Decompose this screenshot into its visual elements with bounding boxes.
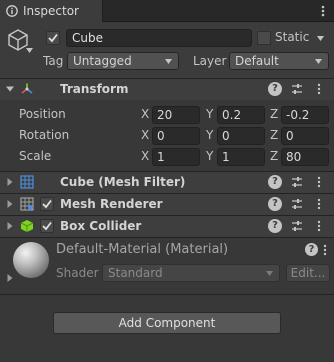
component-buttons: ? — [268, 197, 326, 211]
axis-x-label[interactable]: X — [141, 128, 149, 142]
tag-label: Tag — [43, 54, 64, 68]
kebab-icon[interactable] — [312, 175, 326, 189]
help-icon[interactable]: ? — [268, 219, 282, 233]
edit-shader-button[interactable]: Edit... — [286, 264, 330, 282]
info-icon — [6, 5, 18, 17]
chevron-down-icon — [165, 59, 172, 64]
checkmark-icon — [48, 33, 58, 43]
layer-value: Default — [235, 54, 279, 68]
shader-value: Standard — [108, 266, 163, 280]
fold-closed-icon[interactable] — [6, 178, 14, 186]
component-buttons: ? — [268, 219, 326, 233]
gameobject-header: Cube Static Tag Untagged Layer Default — [0, 22, 334, 78]
checkmark-icon — [42, 221, 52, 231]
fold-closed-icon[interactable] — [6, 274, 14, 282]
kebab-icon[interactable] — [318, 4, 328, 18]
static-checkbox[interactable] — [257, 31, 271, 45]
shader-dropdown[interactable]: Standard — [102, 264, 280, 282]
axis-x-label[interactable]: X — [141, 149, 149, 163]
static-label: Static — [275, 30, 310, 44]
rotation-row: Rotation X 0 Y 0 Z 0 — [0, 125, 334, 146]
sliders-icon[interactable] — [290, 82, 304, 96]
chevron-down-icon[interactable] — [317, 36, 324, 41]
kebab-icon[interactable] — [312, 82, 326, 96]
active-checkbox[interactable] — [46, 31, 60, 45]
material-section: Default-Material (Material) ? Shader Sta… — [0, 238, 334, 290]
mesh-renderer-icon — [20, 197, 34, 211]
sliders-icon[interactable] — [290, 175, 304, 189]
scale-label: Scale — [19, 149, 52, 163]
transform-icon — [21, 83, 33, 94]
material-preview-sphere[interactable] — [13, 242, 49, 278]
sliders-icon[interactable] — [290, 197, 304, 211]
enabled-checkbox[interactable] — [40, 197, 54, 211]
layer-label: Layer — [193, 54, 227, 68]
rotation-x-field[interactable]: 0 — [152, 127, 200, 145]
component-title: Mesh Renderer — [60, 197, 163, 211]
scale-z-field[interactable]: 80 — [281, 148, 329, 166]
layer-dropdown[interactable]: Default — [229, 52, 329, 70]
help-icon[interactable]: ? — [268, 175, 282, 189]
tab-bar: Inspector — [0, 0, 334, 22]
divider — [0, 294, 334, 295]
enabled-checkbox[interactable] — [40, 219, 54, 233]
name-field[interactable]: Cube — [66, 29, 252, 47]
component-title: Box Collider — [60, 219, 142, 233]
scale-x-field[interactable]: 1 — [152, 148, 200, 166]
component-buttons: ? — [268, 82, 326, 96]
rotation-z-field[interactable]: 0 — [281, 127, 329, 145]
fold-closed-icon[interactable] — [6, 222, 14, 230]
help-icon[interactable]: ? — [305, 243, 318, 256]
component-title: Transform — [60, 82, 129, 96]
checkmark-icon — [42, 199, 52, 209]
axis-x-label[interactable]: X — [141, 107, 149, 121]
chevron-down-icon — [266, 271, 273, 276]
shader-label: Shader — [56, 266, 99, 280]
axis-z-label[interactable]: Z — [270, 107, 278, 121]
chevron-down-icon[interactable] — [26, 48, 33, 53]
box-collider-icon — [20, 220, 34, 232]
kebab-icon[interactable] — [312, 219, 326, 233]
position-y-field[interactable]: 0.2 — [217, 106, 265, 124]
tag-value: Untagged — [73, 54, 132, 68]
kebab-icon[interactable] — [312, 197, 326, 211]
axis-y-label[interactable]: Y — [206, 107, 213, 121]
position-x-field[interactable]: 20 — [152, 106, 200, 124]
axis-z-label[interactable]: Z — [270, 128, 278, 142]
tab-inspector[interactable]: Inspector — [0, 0, 103, 22]
material-title: Default-Material (Material) — [56, 242, 229, 257]
help-icon[interactable]: ? — [268, 82, 282, 96]
component-title: Cube (Mesh Filter) — [60, 175, 186, 189]
position-row: Position X 20 Y 0.2 Z -0.2 — [0, 104, 334, 125]
mesh-filter-icon — [20, 175, 34, 189]
position-label: Position — [19, 107, 66, 121]
mesh-renderer-header[interactable]: Mesh Renderer ? — [0, 194, 334, 215]
sliders-icon[interactable] — [290, 219, 304, 233]
axis-y-label[interactable]: Y — [206, 128, 213, 142]
chevron-down-icon — [315, 59, 322, 64]
mesh-filter-header[interactable]: Cube (Mesh Filter) ? — [0, 172, 334, 193]
rotation-y-field[interactable]: 0 — [217, 127, 265, 145]
component-buttons: ? — [268, 175, 326, 189]
position-z-field[interactable]: -0.2 — [281, 106, 329, 124]
fold-open-icon[interactable] — [6, 85, 14, 93]
kebab-icon[interactable] — [320, 243, 330, 257]
add-component-button[interactable]: Add Component — [53, 312, 281, 334]
scale-y-field[interactable]: 1 — [217, 148, 265, 166]
axis-y-label[interactable]: Y — [206, 149, 213, 163]
rotation-label: Rotation — [19, 128, 70, 142]
tag-dropdown[interactable]: Untagged — [67, 52, 179, 70]
transform-header[interactable]: Transform ? — [0, 79, 334, 100]
scale-row: Scale X 1 Y 1 Z 80 — [0, 146, 334, 167]
fold-closed-icon[interactable] — [6, 200, 14, 208]
help-icon[interactable]: ? — [268, 197, 282, 211]
box-collider-header[interactable]: Box Collider ? — [0, 216, 334, 237]
tab-label: Inspector — [23, 4, 79, 18]
axis-z-label[interactable]: Z — [270, 149, 278, 163]
